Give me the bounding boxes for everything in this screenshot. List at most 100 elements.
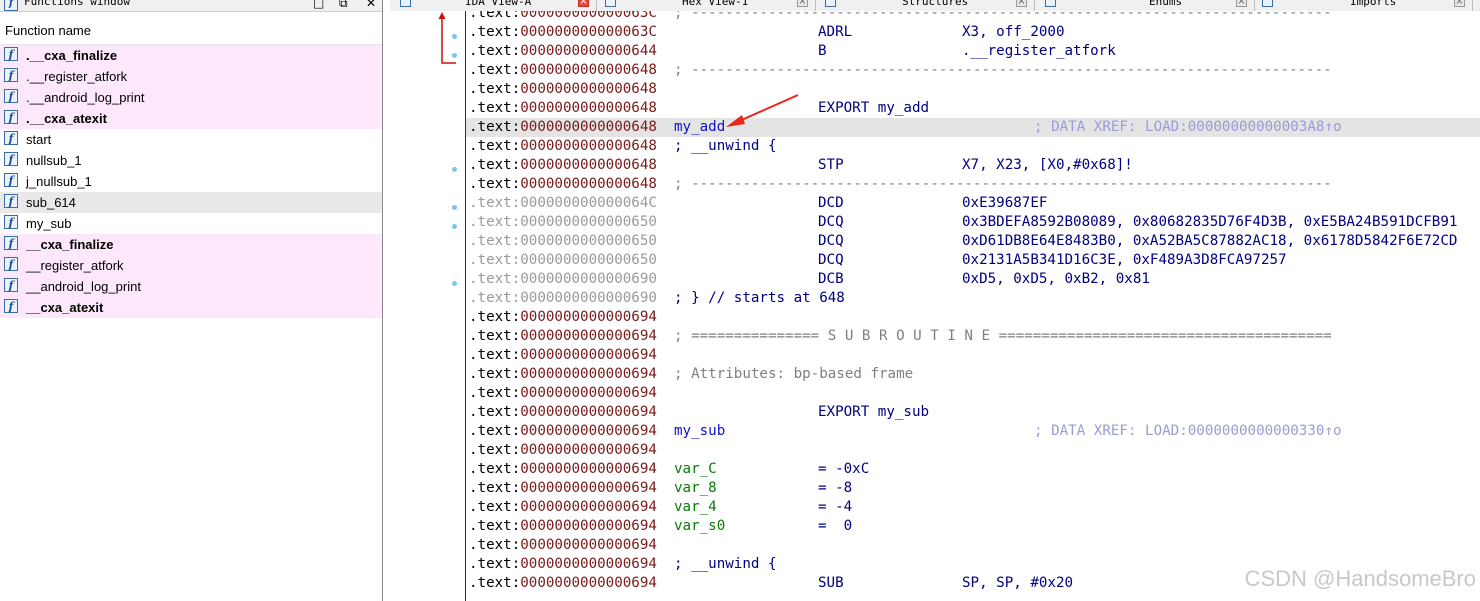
function-list-item[interactable]: f __android_log_print bbox=[0, 276, 382, 297]
function-list-item[interactable]: f .__cxa_atexit bbox=[0, 108, 382, 129]
disasm-line[interactable]: .text:000000000000063C ADRL X3, off_2000 bbox=[466, 23, 1480, 42]
address-value: 0000000000000694 bbox=[520, 499, 657, 515]
disasm-line[interactable]: .text:0000000000000648 bbox=[466, 80, 1480, 99]
function-list-item[interactable]: f .__android_log_print bbox=[0, 87, 382, 108]
restore-window-icon[interactable]: □ bbox=[313, 0, 324, 10]
segment-name: .text: bbox=[469, 176, 521, 192]
disasm-line[interactable]: .text:0000000000000694 var_s0 = 0 bbox=[466, 517, 1480, 536]
disasm-line[interactable]: .text:0000000000000644 B .__register_atfor… bbox=[466, 42, 1480, 61]
tab-structures[interactable]: Structures × bbox=[825, 0, 1045, 11]
disasm-line[interactable]: .text:0000000000000648 ; __unwind { bbox=[466, 137, 1480, 156]
tab-imports[interactable]: Imports × bbox=[1262, 0, 1480, 11]
function-name: .__cxa_finalize bbox=[26, 48, 118, 63]
disasm-line[interactable]: .text:0000000000000650 DCQ 0xD61DB8E64E848… bbox=[466, 232, 1480, 251]
function-list-item[interactable]: f nullsub_1 bbox=[0, 150, 382, 171]
functions-window-title: Functions window bbox=[24, 0, 130, 8]
tab-hex-view-1[interactable]: Hex View-1 × bbox=[605, 0, 825, 11]
segment-name: .text: bbox=[469, 157, 521, 173]
disassembly-gutter[interactable] bbox=[390, 11, 465, 601]
address-value: 000000000000063C bbox=[520, 24, 657, 40]
tab-close-icon[interactable]: × bbox=[1016, 0, 1027, 7]
function-list-item[interactable]: f start bbox=[0, 129, 382, 150]
unwind-comment: ; } // starts at 648 bbox=[674, 290, 845, 306]
separator-comment: ; --------------------------------------… bbox=[674, 11, 1332, 21]
tab-close-icon[interactable]: × bbox=[797, 0, 808, 7]
segment-name: .text: bbox=[469, 499, 521, 515]
address-value: 0000000000000694 bbox=[520, 556, 657, 572]
disasm-line[interactable]: .text:0000000000000650 DCQ 0x3BDEFA8592B08… bbox=[466, 213, 1480, 232]
tab-close-icon[interactable]: × bbox=[578, 0, 589, 7]
disasm-line[interactable]: .text:0000000000000694 var_C = -0xC bbox=[466, 460, 1480, 479]
disasm-line[interactable]: .text:0000000000000694 EXPORT my_sub bbox=[466, 403, 1480, 422]
disasm-line[interactable]: .text:0000000000000650 DCQ 0x2131A5B341D16… bbox=[466, 251, 1480, 270]
disasm-line[interactable]: .text:0000000000000694 bbox=[466, 346, 1480, 365]
disasm-line[interactable]: .text:0000000000000690 ; } // starts at 6… bbox=[466, 289, 1480, 308]
disasm-line[interactable]: .text:0000000000000648 ; ----------------… bbox=[466, 175, 1480, 194]
address-value: 0000000000000648 bbox=[520, 119, 657, 135]
tab-close-icon[interactable]: × bbox=[1454, 0, 1465, 7]
disasm-line[interactable]: .text:000000000000063C ; ----------------… bbox=[466, 11, 1480, 23]
address-value: 0000000000000694 bbox=[520, 480, 657, 496]
disasm-line[interactable]: .text:0000000000000648 ; ----------------… bbox=[466, 61, 1480, 80]
function-icon: f bbox=[4, 0, 18, 11]
address: .text:0000000000000648 bbox=[469, 137, 657, 156]
disasm-line[interactable]: .text:0000000000000694 var_4 = -4 bbox=[466, 498, 1480, 517]
function-list-item[interactable]: f j_nullsub_1 bbox=[0, 171, 382, 192]
watermark: CSDN @HandsomeBro bbox=[1244, 566, 1476, 591]
address: .text:0000000000000694 bbox=[469, 479, 657, 498]
address-value: 0000000000000694 bbox=[520, 575, 657, 591]
instruction-dot bbox=[452, 53, 457, 58]
function-list-item[interactable]: f __register_atfork bbox=[0, 255, 382, 276]
address: .text:0000000000000694 bbox=[469, 574, 657, 593]
ida-disassembly-view[interactable]: .text:000000000000063C; ----------------… bbox=[465, 11, 1480, 601]
function-list-item[interactable]: f my_sub bbox=[0, 213, 382, 234]
segment-name: .text: bbox=[469, 81, 521, 97]
operands: X3, off_2000 bbox=[962, 24, 1065, 40]
disasm-line[interactable]: .text:0000000000000694 bbox=[466, 536, 1480, 555]
operands: 0xE39687EF bbox=[962, 195, 1048, 211]
function-name: __android_log_print bbox=[26, 279, 141, 294]
disasm-line[interactable]: .text:0000000000000694 var_8 = -8 bbox=[466, 479, 1480, 498]
address-value: 0000000000000694 bbox=[520, 385, 657, 401]
function-list-item[interactable]: f .__cxa_finalize bbox=[0, 45, 382, 66]
disasm-line[interactable]: .text:0000000000000694 bbox=[466, 308, 1480, 327]
xref-comment: ; DATA XREF: LOAD:00000000000003A8↑o bbox=[1034, 119, 1342, 135]
tab-ida-view-a[interactable]: IDA View-A × bbox=[400, 0, 620, 11]
disasm-line[interactable]: .text:0000000000000648 EXPORT my_add bbox=[466, 99, 1480, 118]
tab-enums[interactable]: Enums × bbox=[1045, 0, 1265, 11]
address: .text:0000000000000694 bbox=[469, 422, 657, 441]
function-icon: f bbox=[4, 257, 18, 271]
function-name-column-header[interactable]: Function name bbox=[0, 13, 382, 45]
address-value: 000000000000064C bbox=[520, 195, 657, 211]
tab-close-icon[interactable]: × bbox=[1236, 0, 1247, 7]
tab-label: Structures bbox=[902, 0, 969, 8]
disasm-line[interactable]: .text:0000000000000694 bbox=[466, 384, 1480, 403]
function-list-item[interactable]: f sub_614 bbox=[0, 192, 382, 213]
functions-window-titlebar[interactable]: f Functions window □ ⧉ ✕ bbox=[0, 0, 382, 12]
float-window-icon[interactable]: ⧉ bbox=[339, 0, 348, 11]
disasm-line[interactable]: .text:000000000000064C DCD 0xE39687EF bbox=[466, 194, 1480, 213]
disasm-line[interactable]: .text:0000000000000694 my_sub ; DATA XREF:… bbox=[466, 422, 1480, 441]
disasm-line[interactable]: .text:0000000000000690 DCB 0xD5, 0xD5, 0xB… bbox=[466, 270, 1480, 289]
address-value: 0000000000000694 bbox=[520, 518, 657, 534]
segment-name: .text: bbox=[469, 404, 521, 420]
segment-name: .text: bbox=[469, 556, 521, 572]
address: .text:0000000000000694 bbox=[469, 555, 657, 574]
disasm-line[interactable]: .text:0000000000000694 bbox=[466, 441, 1480, 460]
disasm-line[interactable]: .text:0000000000000694 ; =============== … bbox=[466, 327, 1480, 346]
address: .text:0000000000000648 bbox=[469, 99, 657, 118]
segment-name: .text: bbox=[469, 11, 521, 21]
function-list-item[interactable]: f .__register_atfork bbox=[0, 66, 382, 87]
disasm-line[interactable]: .text:0000000000000694 ; Attributes: bp-b… bbox=[466, 365, 1480, 384]
address: .text:000000000000063C bbox=[469, 11, 657, 23]
disasm-line[interactable]: .text:0000000000000648 my_add ; DATA XREF:… bbox=[466, 118, 1480, 137]
tab-label: IDA View-A bbox=[465, 0, 532, 8]
function-list-item[interactable]: f __cxa_atexit bbox=[0, 297, 382, 318]
close-icon[interactable]: ✕ bbox=[366, 0, 376, 10]
stack-variable-offset: = 0 bbox=[818, 518, 853, 534]
instruction-dot bbox=[452, 205, 457, 210]
segment-name: .text: bbox=[469, 442, 521, 458]
disasm-line[interactable]: .text:0000000000000648 STP X7, X23, [X0,#0… bbox=[466, 156, 1480, 175]
function-list-item[interactable]: f __cxa_finalize bbox=[0, 234, 382, 255]
unwind-comment: ; __unwind { bbox=[674, 556, 777, 572]
